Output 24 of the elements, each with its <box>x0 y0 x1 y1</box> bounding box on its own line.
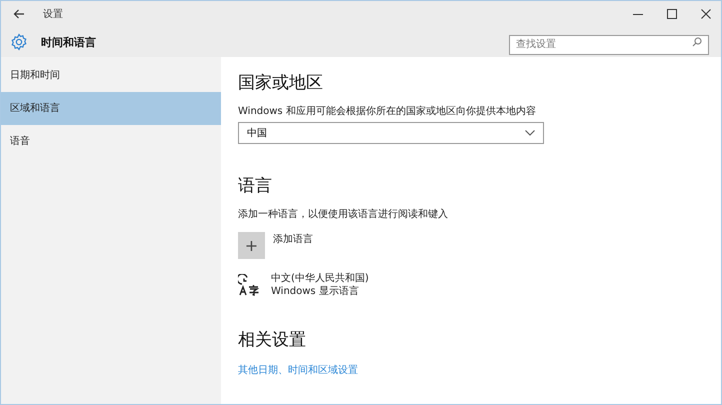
window-title: 设置 <box>43 8 63 21</box>
language-icon <box>238 274 260 296</box>
section-description: Windows 和应用可能会根据你所在的国家或地区向你提供本地内容 <box>238 104 536 118</box>
search-field[interactable]: 查找设置 <box>509 34 709 54</box>
related-settings-link[interactable]: 其他日期、时间和区域设置 <box>238 363 358 377</box>
maximize-icon[interactable] <box>667 9 677 19</box>
search-icon[interactable] <box>692 37 702 47</box>
add-language-label[interactable]: 添加语言 <box>273 232 313 246</box>
back-icon[interactable] <box>13 9 25 19</box>
section-heading: 国家或地区 <box>238 72 323 94</box>
sidebar-item[interactable]: 语音 <box>1 125 221 158</box>
region-dropdown[interactable]: 中国 <box>238 122 544 144</box>
language-name[interactable]: 中文(中华人民共和国) <box>271 272 369 285</box>
settings-icon <box>10 33 28 51</box>
page-title: 时间和语言 <box>41 34 96 50</box>
chevron-icon <box>525 130 535 136</box>
language-detail: Windows 显示语言 <box>271 285 360 298</box>
section-description: 添加一种语言，以便使用该语言进行阅读和键入 <box>238 208 448 221</box>
sidebar-item[interactable]: 日期和时间 <box>1 59 221 92</box>
add-language-button[interactable]: + <box>238 232 265 259</box>
section-heading: 语言 <box>238 175 272 197</box>
close-icon[interactable] <box>701 9 711 19</box>
sidebar-item[interactable]: 区域和语言 <box>1 92 221 125</box>
section-heading: 相关设置 <box>238 329 306 351</box>
